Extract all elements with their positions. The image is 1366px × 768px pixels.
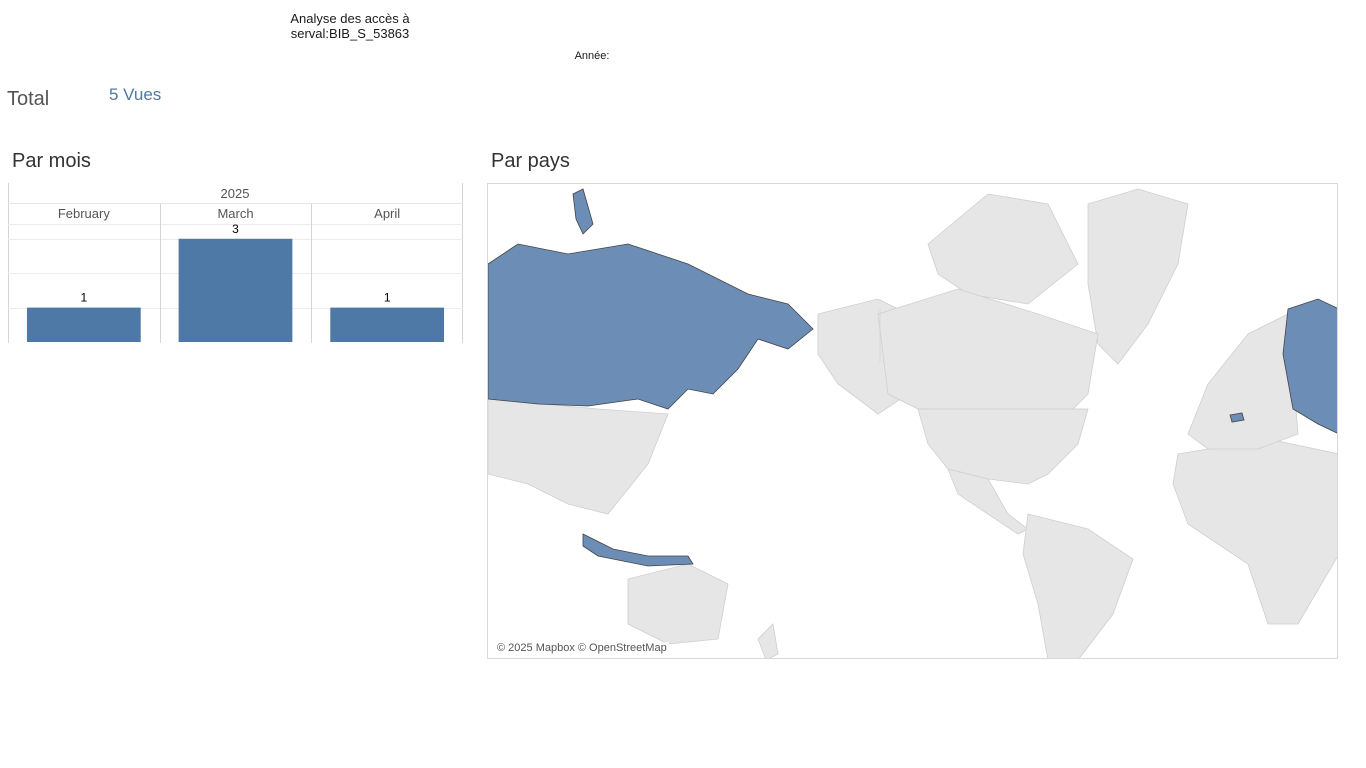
land-greenland [1087, 188, 1189, 365]
bar-april[interactable] [330, 307, 445, 342]
world-map-svg[interactable] [488, 184, 1338, 659]
map-attribution[interactable]: © 2025 Mapbox © OpenStreetMap [495, 642, 669, 654]
section-title-by-month: Par mois [12, 150, 91, 172]
land-europe [1187, 313, 1299, 450]
data-label: 3 [232, 222, 239, 236]
total-value: 5 Vues [109, 85, 162, 104]
data-label: 1 [384, 291, 391, 305]
dashboard-title: Analyse des accès à serval:BIB_S_53863 [250, 11, 450, 41]
land-canada [877, 288, 1099, 415]
land-new-zealand [757, 623, 779, 658]
year-filter-label[interactable]: Année: [560, 50, 624, 62]
land-asia-south [488, 398, 669, 515]
title-line-1: Analyse des accès à [290, 11, 410, 26]
month-label: February [58, 206, 111, 221]
title-line-2: serval:BIB_S_53863 [290, 26, 410, 41]
region-switzerland[interactable] [1229, 412, 1245, 423]
month-label: April [374, 206, 400, 221]
year-header-label: 2025 [221, 186, 250, 201]
bar-february[interactable] [26, 307, 141, 342]
data-label: 1 [80, 291, 87, 305]
region-indonesia[interactable] [582, 533, 694, 567]
month-label: March [217, 206, 253, 221]
bar-chart-svg: 2025 February 1 March3 April 1 [8, 183, 463, 343]
bar-march[interactable] [178, 238, 293, 342]
land-south-america [1022, 513, 1134, 658]
region-novaya-zemlya[interactable] [572, 188, 594, 235]
region-russia-asia[interactable] [488, 243, 814, 410]
land-arctic-islands [927, 193, 1079, 305]
land-africa [1172, 438, 1337, 625]
section-title-by-country: Par pays [491, 150, 570, 172]
total-label: Total [7, 88, 50, 110]
land-australia [627, 563, 729, 645]
monthly-bar-chart: 2025 February 1 March 3 April 1 [8, 183, 464, 350]
country-map[interactable]: © 2025 Mapbox © OpenStreetMap [487, 183, 1338, 659]
land-usa [917, 408, 1089, 485]
